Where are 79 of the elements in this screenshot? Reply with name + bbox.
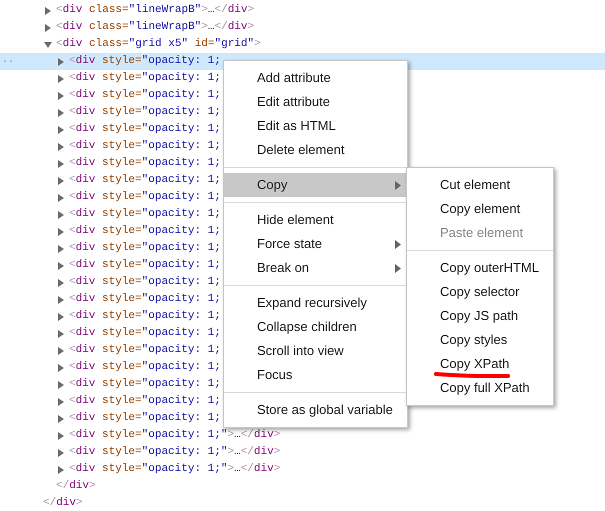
collapsed-triangle-icon[interactable] [57,210,65,218]
menu-item[interactable]: Store as global variable [224,398,407,422]
element-tag[interactable]: <div style="opacity: 1; [69,291,221,308]
menu-item[interactable]: Edit attribute [224,90,407,114]
menu-item[interactable]: Add attribute [224,66,407,90]
element-tag[interactable]: <div style="opacity: 1; [69,393,221,410]
collapsed-triangle-icon[interactable] [57,126,65,134]
menu-item[interactable]: Break on [224,256,407,280]
element-tag[interactable]: <div style="opacity: 1;">…</div> [69,427,280,444]
element-tag[interactable]: <div style="opacity: 1; [69,104,221,121]
element-tag[interactable]: <div style="opacity: 1; [69,342,221,359]
element-tag[interactable]: <div style="opacity: 1; [69,410,221,427]
menu-item[interactable]: Copy outerHTML [407,256,553,280]
collapsed-triangle-icon[interactable] [57,380,65,388]
element-tag[interactable]: <div class="grid x5" id="grid"> [56,36,261,53]
element-tag[interactable]: <div style="opacity: 1; [69,359,221,376]
collapsed-triangle-icon[interactable] [57,142,65,150]
closing-tag: </div> [56,478,96,495]
menu-item[interactable]: Copy full XPath [407,376,553,400]
menu-item[interactable]: Copy selector [407,280,553,304]
element-tag[interactable]: <div class="lineWrapB">…</div> [56,2,254,19]
collapsed-triangle-icon[interactable] [57,466,65,474]
element-tag[interactable]: <div style="opacity: 1; [69,325,221,342]
element-tag[interactable]: <div style="opacity: 1; [69,172,221,189]
element-tag[interactable]: <div style="opacity: 1;">…</div> [69,461,280,478]
element-tag[interactable]: <div style="opacity: 1; [69,189,221,206]
menu-item[interactable]: Focus [224,363,407,387]
element-tag[interactable]: <div style="opacity: 1; [69,240,221,257]
menu-item[interactable]: Copy JS path [407,304,553,328]
element-tag[interactable]: <div style="opacity: 1; [69,274,221,291]
menu-item[interactable]: Copy styles [407,328,553,352]
collapsed-triangle-icon[interactable] [57,262,65,270]
collapsed-triangle-icon[interactable] [57,92,65,100]
collapsed-triangle-icon[interactable] [57,414,65,422]
element-tag[interactable]: <div style="opacity: 1; [69,308,221,325]
collapsed-triangle-icon[interactable] [57,194,65,202]
element-tag[interactable]: <div style="opacity: 1; [69,70,221,87]
element-tag[interactable]: <div style="opacity: 1;">…</div> [69,444,280,461]
collapsed-triangle-icon[interactable] [57,330,65,338]
collapsed-triangle-icon[interactable] [57,346,65,354]
element-tag[interactable]: <div style="opacity: 1; [69,155,221,172]
menu-item[interactable]: Copy [224,173,407,197]
collapsed-triangle-icon[interactable] [57,312,65,320]
collapsed-triangle-icon[interactable] [57,74,65,82]
element-tag[interactable]: <div class="lineWrapB">…</div> [56,19,254,36]
menu-item[interactable]: Collapse children [224,315,407,339]
collapsed-triangle-icon[interactable] [57,296,65,304]
menu-item[interactable]: Delete element [224,138,407,162]
menu-item[interactable]: Expand recursively [224,291,407,315]
collapsed-triangle-icon[interactable] [57,364,65,372]
collapsed-triangle-icon[interactable] [57,228,65,236]
collapsed-triangle-icon[interactable] [57,108,65,116]
menu-item[interactable]: Copy element [407,197,553,221]
collapsed-triangle-icon[interactable] [57,448,65,456]
collapsed-triangle-icon[interactable] [44,6,52,14]
element-tag[interactable]: <div style="opacity: 1; [69,206,221,223]
menu-item[interactable]: Force state [224,232,407,256]
element-tag[interactable]: <div style="opacity: 1; [69,376,221,393]
element-tag[interactable]: <div style="opacity: 1; [69,257,221,274]
menu-item[interactable]: Edit as HTML [224,114,407,138]
menu-item[interactable]: Cut element [407,173,553,197]
collapsed-triangle-icon[interactable] [57,58,65,66]
collapsed-triangle-icon[interactable] [57,398,65,406]
closing-tag: </div> [43,495,83,511]
collapsed-triangle-icon[interactable] [57,432,65,440]
collapsed-triangle-icon[interactable] [44,24,52,32]
element-tag[interactable]: <div style="opacity: 1; [69,223,221,240]
element-tag[interactable]: <div style="opacity: 1; [69,121,221,138]
collapsed-triangle-icon[interactable] [57,244,65,252]
element-tag[interactable]: <div style="opacity: 1; [69,53,221,70]
collapsed-triangle-icon[interactable] [57,160,65,168]
collapsed-triangle-icon[interactable] [57,278,65,286]
element-tag[interactable]: <div style="opacity: 1; [69,138,221,155]
menu-item[interactable]: Scroll into view [224,339,407,363]
collapsed-triangle-icon[interactable] [57,176,65,184]
expanded-triangle-icon[interactable] [44,40,52,48]
menu-item[interactable]: Copy XPath [407,352,553,376]
menu-item[interactable]: Hide element [224,208,407,232]
element-tag[interactable]: <div style="opacity: 1; [69,87,221,104]
